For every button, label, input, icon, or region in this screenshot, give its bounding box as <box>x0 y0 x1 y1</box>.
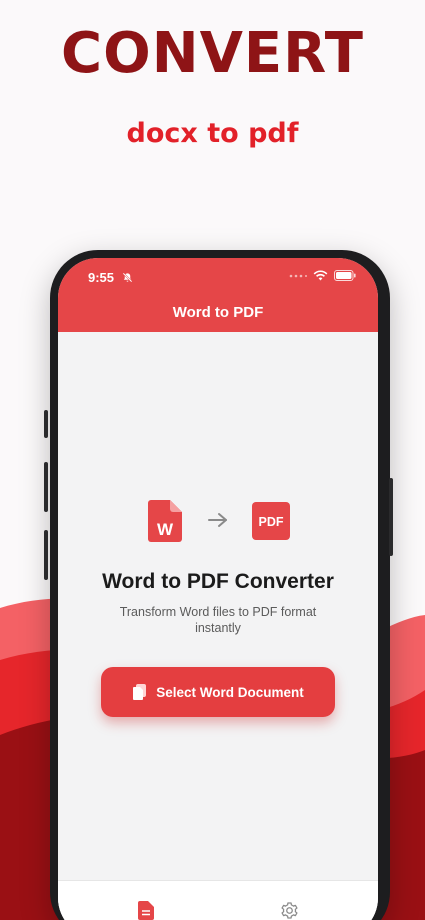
phone-side-button <box>44 410 48 438</box>
arrow-right-icon <box>208 513 227 527</box>
gear-icon[interactable] <box>280 901 299 920</box>
page-description: Transform Word files to PDF format insta… <box>119 605 317 635</box>
phone-side-button <box>389 478 393 556</box>
select-word-document-button[interactable]: Select Word Document <box>101 667 335 717</box>
status-right <box>289 270 356 281</box>
select-word-document-label: Select Word Document <box>156 684 304 700</box>
word-file-letter: W <box>157 520 174 539</box>
phone-screen: 9:55 Word to PDF W PDF Word to PDF Conve… <box>58 258 378 920</box>
bell-slash-icon <box>122 272 133 283</box>
battery-icon <box>334 270 356 281</box>
word-file-icon: W <box>148 500 182 542</box>
pdf-file-label: PDF <box>259 515 284 529</box>
pdf-file-icon: PDF <box>252 502 290 540</box>
tab-bar <box>58 880 378 920</box>
promo-headline: CONVERT <box>61 21 364 86</box>
wifi-icon <box>313 270 328 281</box>
app-bar: 9:55 Word to PDF <box>58 258 378 332</box>
conversion-graphic: W PDF <box>58 500 378 542</box>
phone-side-button <box>44 462 48 512</box>
tab-document-icon[interactable] <box>138 901 154 920</box>
promo-screenshot: CONVERT docx to pdf 9:55 Word to PDF W P… <box>0 0 425 920</box>
page-title: Word to PDF Converter <box>102 570 334 593</box>
document-icon <box>133 684 147 700</box>
signal-dots-icon <box>289 274 307 277</box>
promo-subhead: docx to pdf <box>126 118 299 149</box>
app-bar-title: Word to PDF <box>172 304 264 321</box>
status-time: 9:55 <box>88 270 115 285</box>
phone-side-button <box>44 530 48 580</box>
